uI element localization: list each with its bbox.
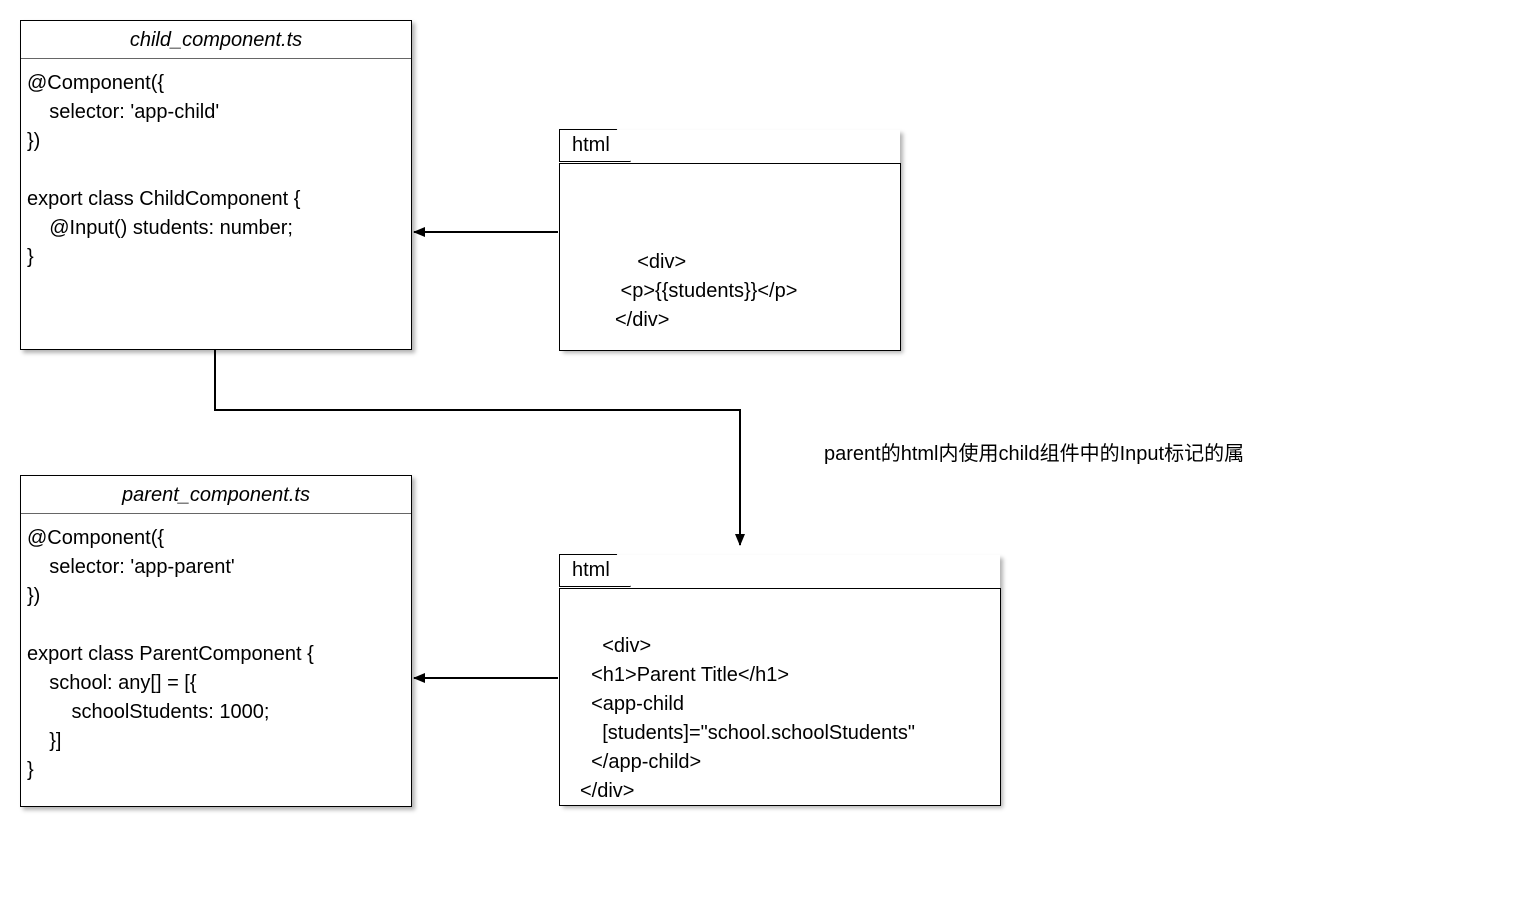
edge-annotation: parent的html内使用child组件中的Input标记的属 [824, 437, 1244, 466]
parent-html-body: <div> <h1>Parent Title</h1> <app-child [… [559, 588, 1001, 806]
parent-component-box: parent_component.ts @Component({ selecto… [20, 475, 412, 807]
parent-html-tab: html [559, 554, 631, 587]
parent-component-title: parent_component.ts [21, 476, 411, 514]
child-component-box: child_component.ts @Component({ selector… [20, 20, 412, 350]
parent-html-body-text: <div> <h1>Parent Title</h1> <app-child [… [580, 635, 915, 802]
child-html-note: html <div> <p>{{students}}</p> </div> [560, 130, 900, 350]
child-html-tab: html [559, 129, 631, 162]
child-component-body: @Component({ selector: 'app-child' }) ex… [21, 59, 411, 282]
parent-html-note: html <div> <h1>Parent Title</h1> <app-ch… [560, 555, 1000, 805]
parent-component-body: @Component({ selector: 'app-parent' }) e… [21, 514, 411, 795]
child-html-body: <div> <p>{{students}}</p> </div> [559, 163, 901, 351]
child-component-title: child_component.ts [21, 21, 411, 59]
child-html-body-text: <div> <p>{{students}}</p> </div> [615, 251, 797, 331]
